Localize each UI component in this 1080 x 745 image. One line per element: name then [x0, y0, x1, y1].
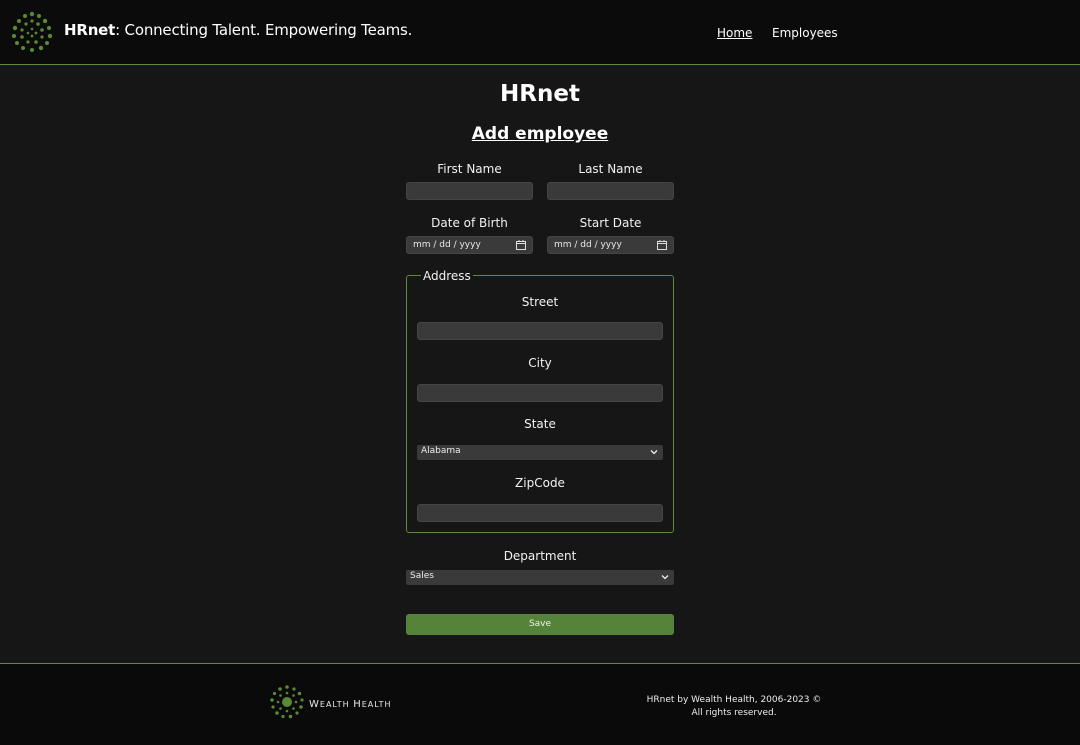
street-input[interactable]	[417, 322, 663, 340]
nav-link-employees[interactable]: Employees	[772, 26, 838, 40]
save-button[interactable]: Save	[406, 614, 674, 635]
nav-link-home[interactable]: Home	[717, 26, 752, 40]
date-of-birth-label: Date of Birth	[431, 216, 508, 230]
zipcode-input[interactable]	[417, 504, 663, 522]
city-input[interactable]	[417, 384, 663, 402]
department-selected-value: Sales	[410, 571, 434, 581]
state-select[interactable]: Alabama	[417, 445, 663, 460]
chevron-down-icon	[650, 450, 658, 455]
city-label: City	[528, 356, 552, 370]
copyright-line-1: HRnet by Wealth Health, 2006-2023 ©	[646, 695, 822, 705]
wordmark-ealth: EALTH	[319, 700, 354, 709]
brand-name: HRnet	[64, 21, 116, 39]
copyright-line-2: All rights reserved.	[691, 708, 777, 718]
state-selected-value: Alabama	[421, 446, 461, 456]
date-of-birth-input[interactable]: mm / dd / yyyy	[406, 236, 533, 254]
chevron-down-icon	[661, 575, 669, 580]
department-label: Department	[503, 549, 577, 563]
first-name-label: First Name	[437, 162, 502, 176]
wealth-health-wordmark: WEALTH HEALTH	[309, 699, 392, 710]
last-name-label: Last Name	[578, 162, 643, 176]
wordmark-w: W	[309, 699, 320, 710]
first-name-input[interactable]	[406, 182, 533, 200]
hrnet-logo-icon[interactable]	[9, 10, 55, 54]
wordmark-ealth-2: EALTH	[361, 700, 392, 709]
brand-tagline: : Connecting Talent. Empowering Teams.	[115, 21, 413, 39]
start-date-label: Start Date	[579, 216, 642, 230]
start-date-placeholder: mm / dd / yyyy	[554, 240, 622, 250]
calendar-icon[interactable]	[516, 240, 526, 250]
site-footer: WEALTH HEALTH HRnet by Wealth Health, 20…	[0, 663, 1080, 745]
address-legend: Address	[421, 269, 473, 283]
wordmark-h: H	[353, 699, 362, 710]
zipcode-label: ZipCode	[515, 476, 565, 490]
brand-title: HRnet: Connecting Talent. Empowering Tea…	[64, 21, 412, 39]
address-fieldset	[406, 275, 674, 533]
form-title: Add employee	[471, 124, 609, 144]
last-name-input[interactable]	[547, 182, 674, 200]
date-of-birth-placeholder: mm / dd / yyyy	[413, 240, 481, 250]
street-label: Street	[521, 295, 559, 309]
site-header: HRnet: Connecting Talent. Empowering Tea…	[0, 0, 1080, 65]
page-title: HRnet	[500, 81, 580, 107]
wealth-health-logo-icon	[270, 685, 304, 719]
calendar-icon[interactable]	[657, 240, 667, 250]
state-label: State	[524, 417, 556, 431]
department-select[interactable]: Sales	[406, 570, 674, 585]
start-date-input[interactable]: mm / dd / yyyy	[547, 236, 674, 254]
copyright-text: HRnet by Wealth Health, 2006-2023 © All …	[634, 694, 834, 720]
